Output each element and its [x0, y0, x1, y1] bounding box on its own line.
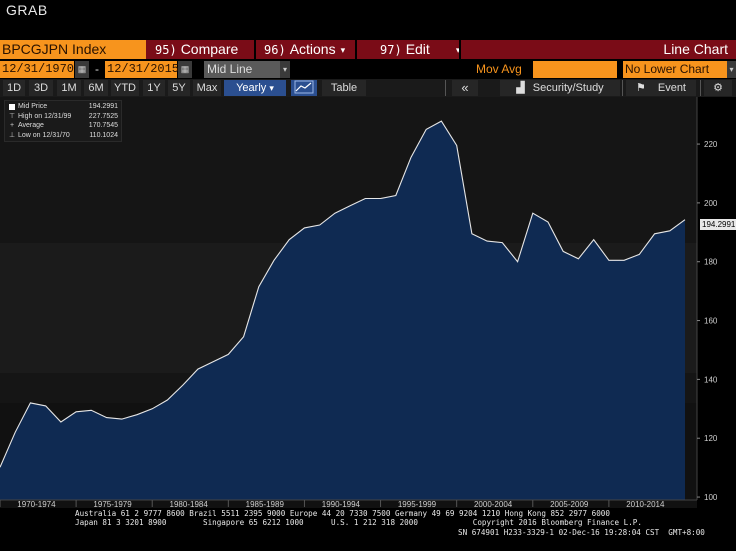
toolbar-separator [445, 80, 446, 96]
legend-label: Average [18, 122, 44, 129]
calendar-icon[interactable]: ▦ [178, 61, 192, 78]
calendar-icon[interactable]: ▦ [75, 61, 89, 78]
window-title: GRAB [6, 2, 48, 18]
security-study-button[interactable]: ▟ Security/Study [500, 80, 620, 96]
frequency-select[interactable]: Yearly ▾ [224, 80, 286, 96]
legend-label: Low on 12/31/70 [18, 131, 70, 139]
x-tick-label: 2005-2009 [550, 500, 589, 508]
frequency-label: Yearly [236, 82, 267, 94]
toolbar-separator [622, 80, 623, 96]
x-tick-label: 1975-1979 [93, 500, 132, 508]
toolbar-separator [700, 80, 701, 96]
y-tick-label: 160 [704, 317, 718, 326]
end-date-field[interactable]: 12/31/2015 [105, 61, 179, 78]
chart-type-label: Line Chart [663, 41, 728, 57]
chart-legend: Mid Price 194.2991 ⊤ High on 12/31/99 227… [4, 100, 122, 142]
footer-session-line: SN 674901 H233-3329-1 02-Dec-16 19:28:04… [458, 528, 705, 537]
high-marker-icon: ⊤ [8, 112, 16, 120]
flag-icon: ⚑ [635, 82, 646, 94]
bar-chart-icon: ▟ [516, 82, 525, 94]
legend-label: Mid Price [18, 103, 48, 110]
line-chart-icon [294, 80, 314, 94]
menu-separator [459, 40, 461, 59]
lower-chart-select[interactable]: No Lower Chart [623, 61, 728, 78]
x-axis-ticks: 1970-1974 1975-1979 1980-1984 1985-1989 1990… [0, 500, 665, 508]
ticker-field[interactable]: BPCGJPN Index [0, 40, 146, 59]
mov-avg-field[interactable] [533, 61, 617, 78]
price-chart: 100 120 140 160 180 200 220 1970-1974 1975-1979… [0, 97, 718, 508]
table-button[interactable]: Table [322, 80, 366, 96]
y-tick-label: 220 [704, 140, 718, 149]
actions-menu[interactable]: 96) Actions ▾ [264, 40, 345, 59]
legend-value: 110.1024 [89, 131, 118, 139]
period-max[interactable]: Max [193, 80, 221, 96]
compare-menu-label: Compare [180, 41, 239, 57]
mov-avg-label: Mov Avg [476, 62, 522, 76]
x-tick-label: 2010-2014 [626, 500, 665, 508]
period-ytd[interactable]: YTD [111, 80, 139, 96]
period-3d[interactable]: 3D [29, 80, 53, 96]
security-study-label: Security/Study [532, 82, 604, 94]
period-6m[interactable]: 6M [84, 80, 108, 96]
legend-value: 227.7525 [88, 112, 118, 120]
legend-row: ⊥ Low on 12/31/70 110.1024 [8, 131, 118, 141]
x-tick-label: 2000-2004 [474, 500, 513, 508]
y-tick-label: 200 [704, 199, 718, 208]
field-select[interactable]: Mid Line [204, 61, 280, 78]
footer-contacts-line-1: Australia 61 2 9777 8600 Brazil 5511 239… [75, 509, 610, 518]
y-axis-ticks: 100 120 140 160 180 200 220 [697, 140, 718, 502]
period-1m[interactable]: 1M [57, 80, 81, 96]
compare-menu[interactable]: 95) Compare [155, 40, 238, 59]
gear-icon[interactable]: ⚙ [704, 80, 732, 96]
last-value-tag: 194.2991 [700, 219, 736, 230]
edit-menu-label: Edit [405, 41, 430, 57]
start-date-field[interactable]: 12/31/1970 [0, 61, 74, 78]
y-tick-label: 180 [704, 258, 718, 267]
menu-separator [254, 40, 256, 59]
footer-contacts-line-2: Japan 81 3 3201 8900 Singapore 65 6212 1… [75, 518, 642, 527]
chevron-down-icon[interactable]: ▾ [280, 61, 290, 78]
chevron-down-icon[interactable]: ▾ [727, 61, 736, 78]
x-tick-label: 1980-1984 [170, 500, 209, 508]
period-1d[interactable]: 1D [3, 80, 25, 96]
y-tick-label: 100 [704, 493, 718, 502]
date-separator: - [95, 62, 99, 76]
chevron-down-icon: ▾ [269, 83, 274, 93]
edit-menu-number: 97) [380, 43, 402, 57]
actions-menu-label: Actions [289, 41, 336, 57]
period-5y[interactable]: 5Y [168, 80, 190, 96]
legend-row: Mid Price 194.2991 [8, 102, 118, 112]
y-tick-label: 140 [704, 375, 718, 384]
low-marker-icon: ⊥ [8, 131, 16, 139]
legend-value: 170.7545 [88, 122, 118, 129]
series-swatch [9, 104, 15, 110]
menu-separator [355, 40, 357, 59]
edit-menu[interactable]: 97)Edit▾ [380, 40, 460, 59]
average-marker-icon: + [9, 122, 15, 129]
period-1y[interactable]: 1Y [143, 80, 165, 96]
collapse-left-icon[interactable]: « [452, 80, 478, 96]
x-tick-label: 1985-1989 [246, 500, 285, 508]
legend-value: 194.2991 [88, 103, 118, 110]
x-tick-label: 1970-1974 [17, 500, 56, 508]
compare-menu-number: 95) [155, 43, 177, 57]
event-label: Event [657, 82, 686, 94]
legend-row: + Average 170.7545 [8, 121, 118, 131]
chevron-down-icon: ▾ [340, 44, 346, 55]
x-tick-label: 1995-1999 [398, 500, 437, 508]
x-tick-label: 1990-1994 [322, 500, 361, 508]
actions-menu-number: 96) [264, 43, 286, 57]
y-tick-label: 120 [704, 434, 718, 443]
line-chart-button[interactable] [291, 80, 317, 96]
legend-label: High on 12/31/99 [18, 112, 72, 120]
legend-row: ⊤ High on 12/31/99 227.7525 [8, 112, 118, 122]
event-button[interactable]: ⚑ Event [626, 80, 696, 96]
